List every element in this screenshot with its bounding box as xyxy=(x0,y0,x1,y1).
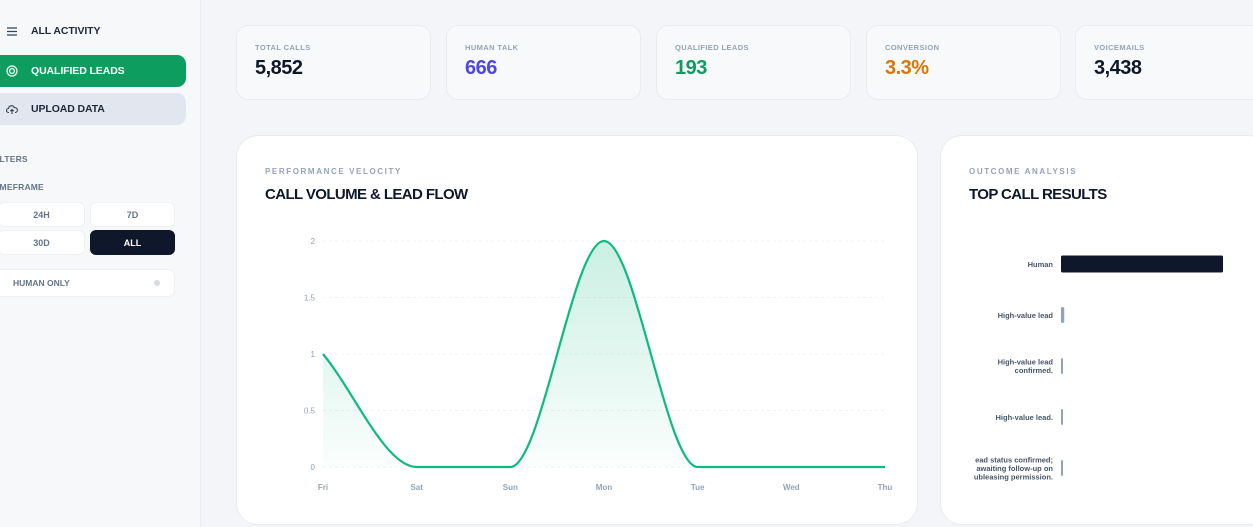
stat-card-human-talk: HUMAN TALK 666 xyxy=(446,25,641,100)
stat-card-qualified-leads: QUALIFIED LEADS 193 xyxy=(656,25,851,100)
timeframe-all-button[interactable]: ALL xyxy=(90,230,175,255)
upload-cloud-icon xyxy=(3,104,21,115)
x-tick-label: Sat xyxy=(410,483,423,492)
stat-value: 3.3% xyxy=(885,57,929,79)
stat-card-voicemails: VOICEMAILS 3,438 xyxy=(1075,25,1253,100)
result-bar xyxy=(1061,255,1223,273)
stat-label: QUALIFIED LEADS xyxy=(675,43,749,52)
filters-heading: ILTERS xyxy=(0,154,28,164)
stat-label: VOICEMAILS xyxy=(1094,43,1145,52)
timeframe-24h-button[interactable]: 24H xyxy=(0,202,85,227)
stat-card-total-calls: TOTAL CALLS 5,852 xyxy=(236,25,431,100)
result-label: Human xyxy=(1028,260,1054,269)
stat-value: 193 xyxy=(675,57,707,79)
stat-label: TOTAL CALLS xyxy=(255,43,311,52)
result-label: High-value lead confirmed. xyxy=(998,358,1054,376)
x-tick-label: Thu xyxy=(878,483,893,492)
y-tick-label: 1 xyxy=(311,350,316,359)
result-label: High-value lead xyxy=(998,311,1054,320)
nav-label: ALL ACTIVITY xyxy=(31,25,101,37)
result-bar xyxy=(1061,358,1063,374)
result-bar xyxy=(1061,409,1063,425)
nav-upload-data[interactable]: UPLOAD DATA xyxy=(0,93,186,125)
call-volume-chart: 0 0.5 1 1.5 2 Fri Sat Sun Mon Tue Wed Thu xyxy=(304,237,893,492)
toggle-label: HUMAN ONLY xyxy=(13,278,70,288)
nav-label: UPLOAD DATA xyxy=(31,103,105,115)
result-label: High-value lead. xyxy=(995,413,1053,422)
nav-label: QUALIFIED LEADS xyxy=(31,65,125,77)
x-tick-label: Sun xyxy=(503,483,518,492)
timeframe-heading: IMEFRAME xyxy=(0,182,44,192)
result-bar xyxy=(1061,460,1063,476)
human-only-toggle[interactable]: HUMAN ONLY xyxy=(0,269,175,297)
x-tick-label: Fri xyxy=(318,483,328,492)
result-label: ead status confirmed; awaiting follow-up … xyxy=(974,455,1054,481)
stat-label: CONVERSION xyxy=(885,43,940,52)
stat-label: HUMAN TALK xyxy=(465,43,519,52)
top-call-results-panel: OUTCOME ANALYSIS TOP CALL RESULTS Human H… xyxy=(940,135,1253,525)
x-tick-label: Tue xyxy=(691,483,705,492)
x-tick-label: Mon xyxy=(596,483,613,492)
nav-qualified-leads[interactable]: QUALIFIED LEADS xyxy=(0,55,186,87)
x-tick-label: Wed xyxy=(783,483,800,492)
y-tick-label: 0 xyxy=(311,463,316,472)
y-tick-label: 1.5 xyxy=(304,294,316,303)
call-volume-panel: PERFORMANCE VELOCITY CALL VOLUME & LEAD … xyxy=(236,135,918,525)
stat-value: 3,438 xyxy=(1094,57,1142,79)
result-bar xyxy=(1061,307,1065,323)
stat-value: 5,852 xyxy=(255,57,303,79)
sidebar: ALL ACTIVITY QUALIFIED LEADS UPLOAD DATA… xyxy=(0,0,201,527)
stat-card-conversion: CONVERSION 3.3% xyxy=(866,25,1061,100)
nav-all-activity[interactable]: ALL ACTIVITY xyxy=(0,15,186,47)
timeframe-30d-button[interactable]: 30D xyxy=(0,230,85,255)
y-tick-label: 2 xyxy=(311,237,316,246)
y-tick-label: 0.5 xyxy=(304,407,316,416)
menu-icon xyxy=(3,26,21,36)
timeframe-7d-button[interactable]: 7D xyxy=(90,202,175,227)
toggle-indicator[interactable] xyxy=(154,280,160,286)
top-results-chart: Human High-value lead High-value lead confi… xyxy=(974,255,1223,481)
target-icon xyxy=(3,65,21,77)
stat-value: 666 xyxy=(465,57,497,79)
